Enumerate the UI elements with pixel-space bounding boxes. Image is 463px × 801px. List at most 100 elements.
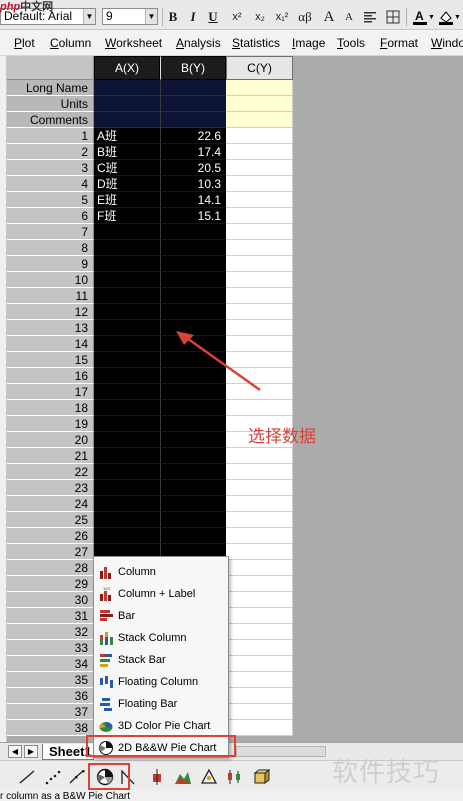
row-header[interactable]: 22 (7, 464, 94, 480)
cell-b[interactable] (160, 112, 226, 128)
table-row[interactable] (94, 432, 226, 448)
menu-worksheet[interactable]: Worksheet (105, 30, 162, 56)
cell-a[interactable] (94, 384, 160, 400)
cell-b[interactable] (160, 448, 226, 464)
row-header[interactable]: 7 (7, 224, 94, 240)
cell-c[interactable] (226, 80, 293, 96)
cell-a[interactable] (94, 512, 160, 528)
cell-b[interactable] (160, 432, 226, 448)
cell-c[interactable] (226, 672, 293, 688)
table-row[interactable] (94, 240, 226, 256)
worksheet-grid[interactable]: A(X) B(Y) C(Y) Long Name Units Comments 1 2 3… (0, 56, 463, 742)
cell-c[interactable] (226, 304, 293, 320)
subscript-button[interactable]: x₂ (253, 9, 267, 25)
table-row[interactable] (94, 224, 226, 240)
table-row[interactable] (94, 400, 226, 416)
row-header[interactable]: 27 (7, 544, 94, 560)
row-header[interactable]: 16 (7, 368, 94, 384)
cell-a[interactable] (94, 240, 160, 256)
cell-b[interactable] (160, 80, 226, 96)
cell-b[interactable] (160, 224, 226, 240)
table-row[interactable] (94, 464, 226, 480)
row-header[interactable]: 31 (7, 608, 94, 624)
column-header-b[interactable]: B(Y) (160, 56, 226, 80)
menu-item-floating-bar[interactable]: Floating Bar (94, 693, 228, 715)
cell-b[interactable] (160, 480, 226, 496)
cell-c[interactable] (226, 176, 293, 192)
row-header[interactable]: 38 (7, 720, 94, 736)
next-sheet-button[interactable]: ▶ (24, 745, 38, 758)
cell-b[interactable]: 10.3 (160, 176, 226, 192)
cell-c[interactable] (226, 240, 293, 256)
row-header[interactable]: 5 (7, 192, 94, 208)
row-header[interactable]: 20 (7, 432, 94, 448)
column-header-a[interactable]: A(X) (94, 56, 160, 80)
shrink-font-button[interactable]: A (342, 9, 356, 25)
cell-c[interactable] (226, 272, 293, 288)
cell-c[interactable] (226, 640, 293, 656)
cell-c[interactable] (226, 448, 293, 464)
cell-c[interactable] (226, 688, 293, 704)
table-row[interactable] (94, 272, 226, 288)
cell-c[interactable] (226, 96, 293, 112)
cell-a[interactable] (94, 416, 160, 432)
cell-a[interactable]: C班 (94, 160, 160, 176)
cell-c[interactable] (226, 112, 293, 128)
menu-item-2d-bw-pie[interactable]: 2D B&&W Pie Chart (94, 737, 228, 759)
row-header[interactable]: 35 (7, 672, 94, 688)
column-header-c[interactable]: C(Y) (226, 56, 293, 80)
cell-c[interactable] (226, 560, 293, 576)
table-row[interactable] (94, 416, 226, 432)
cell-c[interactable] (226, 528, 293, 544)
row-header[interactable]: 6 (7, 208, 94, 224)
cell-b[interactable]: 20.5 (160, 160, 226, 176)
cell-c[interactable] (226, 464, 293, 480)
cell-c[interactable] (226, 128, 293, 144)
grow-font-button[interactable]: A (322, 9, 336, 25)
meta-row-header[interactable]: Long Name (7, 80, 94, 96)
cell-b[interactable] (160, 464, 226, 480)
sheet-tab[interactable]: Sheet1 (42, 744, 94, 760)
font-color-icon[interactable]: A ▼ (412, 9, 434, 25)
meta-row[interactable] (94, 80, 226, 96)
meta-row-header[interactable]: Units (7, 96, 94, 112)
cell-c[interactable] (226, 720, 293, 736)
cell-a[interactable] (94, 320, 160, 336)
cell-c[interactable] (226, 592, 293, 608)
cell-a[interactable] (94, 496, 160, 512)
row-header[interactable]: 24 (7, 496, 94, 512)
cell-a[interactable]: B班 (94, 144, 160, 160)
underline-button[interactable]: U (206, 9, 220, 25)
cell-b[interactable] (160, 304, 226, 320)
cell-c[interactable] (226, 288, 293, 304)
cell-c[interactable] (226, 224, 293, 240)
cell-b[interactable]: 22.6 (160, 128, 226, 144)
cell-c[interactable] (226, 496, 293, 512)
cell-c[interactable] (226, 656, 293, 672)
cell-a[interactable] (94, 112, 160, 128)
row-header[interactable]: 11 (7, 288, 94, 304)
cell-b[interactable] (160, 272, 226, 288)
row-header[interactable]: 18 (7, 400, 94, 416)
cell-c[interactable] (226, 704, 293, 720)
table-row[interactable] (94, 304, 226, 320)
cell-b[interactable] (160, 96, 226, 112)
row-header[interactable]: 14 (7, 336, 94, 352)
row-header[interactable]: 10 (7, 272, 94, 288)
table-row[interactable] (94, 288, 226, 304)
fill-color-icon[interactable]: ▼ (438, 9, 460, 25)
cell-a[interactable] (94, 480, 160, 496)
mountain-plot-icon[interactable] (174, 768, 192, 786)
cell-a[interactable] (94, 336, 160, 352)
align-icon[interactable] (363, 9, 377, 25)
row-header[interactable]: 17 (7, 384, 94, 400)
line-symbol-plot-icon[interactable] (68, 768, 86, 786)
row-header[interactable]: 33 (7, 640, 94, 656)
row-header[interactable]: 23 (7, 480, 94, 496)
row-header[interactable]: 2 (7, 144, 94, 160)
pie-chart-button-icon[interactable] (96, 768, 114, 786)
bold-button[interactable]: B (166, 9, 180, 25)
table-row[interactable]: A班 22.6 (94, 128, 226, 144)
meta-row-header[interactable]: Comments (7, 112, 94, 128)
row-header[interactable]: 36 (7, 688, 94, 704)
